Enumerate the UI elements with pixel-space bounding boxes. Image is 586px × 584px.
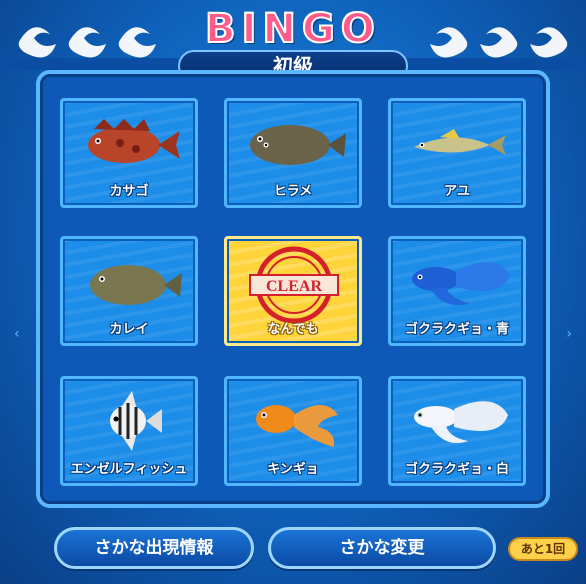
left-arrow-icon: ‹	[14, 326, 20, 342]
bingo-cell-free[interactable]: CLEAR なんでも	[224, 236, 362, 346]
fish-change-button[interactable]: さかな変更	[268, 527, 496, 569]
blue-paradise-fish-icon	[412, 261, 510, 306]
bingo-cell-goldfish[interactable]: キンギョ	[224, 376, 362, 486]
cell-label: アユ	[443, 184, 470, 199]
bingo-cell-blue-paradise-fish[interactable]: ゴクラクギョ・青	[388, 236, 526, 346]
fish-info-button[interactable]: さかな出現情報	[54, 527, 254, 569]
cell-label: キンギョ	[267, 462, 319, 477]
goldfish-icon	[256, 405, 338, 447]
bingo-title: BINGO	[204, 5, 381, 53]
cell-label: なんでも	[267, 322, 319, 337]
bingo-cell-scorpionfish[interactable]: カサゴ	[60, 98, 198, 208]
cell-label: ヒラメ	[273, 184, 313, 199]
clear-stamp-icon: CLEAR	[249, 246, 339, 324]
bingo-board: カサゴ ヒラメ アユ カレイ CLEAR なんでも ゴクラクギョ・青 エンゼルフ…	[36, 70, 550, 508]
bingo-cell-flounder[interactable]: ヒラメ	[224, 98, 362, 208]
stamp-text: CLEAR	[266, 278, 322, 295]
flounder-icon	[250, 125, 346, 165]
right-arrow-icon: ›	[566, 326, 572, 342]
title-banner: BINGO 初級	[178, 5, 408, 82]
bingo-cell-flatfish[interactable]: カレイ	[60, 236, 198, 346]
flatfish-icon	[90, 265, 182, 305]
sweetfish-icon	[414, 129, 506, 155]
cell-label: エンゼルフィッシュ	[70, 462, 188, 477]
bingo-cell-angelfish[interactable]: エンゼルフィッシュ	[60, 376, 198, 486]
cell-label: ゴクラクギョ・白	[404, 462, 509, 477]
remaining-badge: あと1回	[508, 537, 578, 561]
cell-label: カレイ	[109, 322, 149, 337]
white-paradise-fish-icon	[414, 401, 508, 443]
angelfish-icon	[110, 391, 162, 451]
scorpionfish-icon	[88, 119, 180, 163]
bingo-cell-white-paradise-fish[interactable]: ゴクラクギョ・白	[388, 376, 526, 486]
cell-label: カサゴ	[109, 184, 149, 199]
bingo-cell-sweetfish[interactable]: アユ	[388, 98, 526, 208]
cell-label: ゴクラクギョ・青	[404, 322, 509, 337]
